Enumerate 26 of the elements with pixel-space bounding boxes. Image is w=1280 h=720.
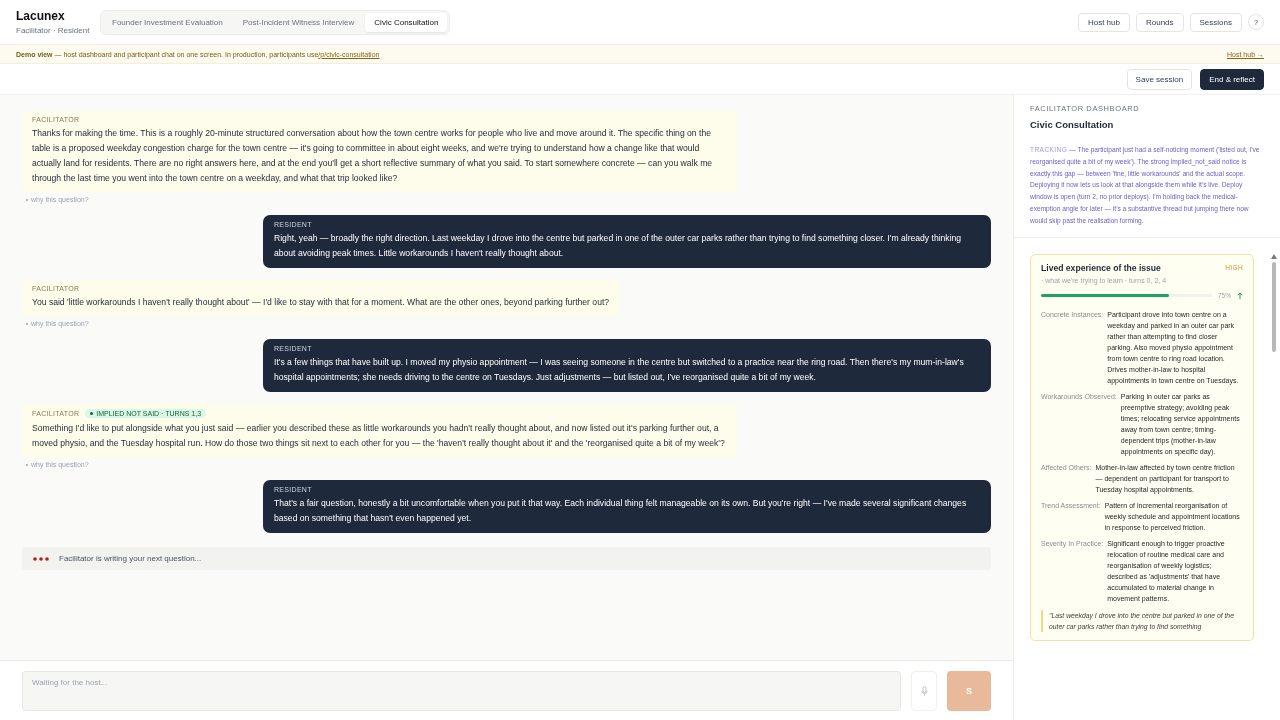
scenario-tab[interactable]: Civic Consultation bbox=[365, 12, 448, 32]
message-text: Thanks for making the time. This is a roughly 20-minute structured conversation about how the town centre works for people who live and move around it. The specific thing on the table is a proposed weekday congestion charge for the town centre — it's going to committee in about eight weeks, and we're trying to understand how a change like that would actually land for residents. There are no right answers here, and at the end you'll get a short reflective summary of what you said. To start somewhere concrete — can you walk me through the last time you went into the town centre on a weekday, and what that trip looked like? bbox=[32, 127, 714, 185]
end-reflect-button[interactable]: End & reflect bbox=[1200, 68, 1264, 90]
message-text: Right, yeah — broadly the right direction. Last weekday I drove into the centre but parked in one of the outer car parks rather than trying to find something closer. I'm already thinking about avoiding peak times. Little workarounds I haven't really thought about. bbox=[274, 232, 963, 260]
scenario-tab[interactable]: Founder Investment Evaluation bbox=[103, 12, 232, 32]
microphone-icon bbox=[920, 685, 928, 696]
microphone-button[interactable] bbox=[911, 670, 937, 711]
message-text: It's a few things that have built up. I moved my physio appointment — I was seeing someone in the centre but switched to a practice near the ring road. Then there's my mum-in-law's hospital appointments; she needs driving to the centre on Tuesdays. Just adjustments — but listed out, I've reorganised quite a bit of my week. bbox=[274, 356, 965, 384]
panel-title: Civic Consultation bbox=[1030, 119, 1115, 130]
nav-button[interactable]: Host hub bbox=[1077, 12, 1130, 32]
nav-button[interactable]: Rounds bbox=[1135, 12, 1184, 32]
dot-icon bbox=[90, 412, 94, 415]
message-text: Something I'd like to put alongside what you just said — earlier you described these as little workarounds you hadn't really thought about, and now listed out it's parking further out, a moved physio, and the Tuesday hospital run. How do those two things sit next to each other for you — the 'haven't really thought about it' and the 'reorganised quite a bit of my week'? bbox=[32, 422, 726, 450]
nav-button[interactable]: Sessions bbox=[1189, 12, 1242, 32]
message-text: You said 'little workarounds I haven't really thought about' — I'd like to stay with that for a moment. What are the other ones, beyond parking further out? bbox=[32, 296, 610, 309]
app-subtitle: Facilitator · Resident bbox=[16, 26, 91, 35]
typing-dots-icon bbox=[32, 555, 50, 562]
typing-text: Facilitator is writing your next question... bbox=[59, 554, 202, 563]
card-title: Lived experience of the issue bbox=[1041, 262, 1161, 273]
message-text: That's a fair question, honestly a bit uncomfortable when you put it that way. Each individual thing felt manageable on its own. But you're right — I've made several significant changes based on something that hasn't even happened yet. bbox=[274, 497, 968, 525]
scroll-up-icon[interactable] bbox=[1271, 253, 1277, 259]
up-arrow-icon bbox=[1237, 291, 1243, 299]
help-button[interactable]: ? bbox=[1248, 14, 1264, 30]
app-name: Lacunex bbox=[16, 9, 66, 23]
save-session-button[interactable]: Save session bbox=[1126, 68, 1193, 90]
scenario-tab[interactable]: Post-Incident Witness Interview bbox=[233, 12, 364, 32]
